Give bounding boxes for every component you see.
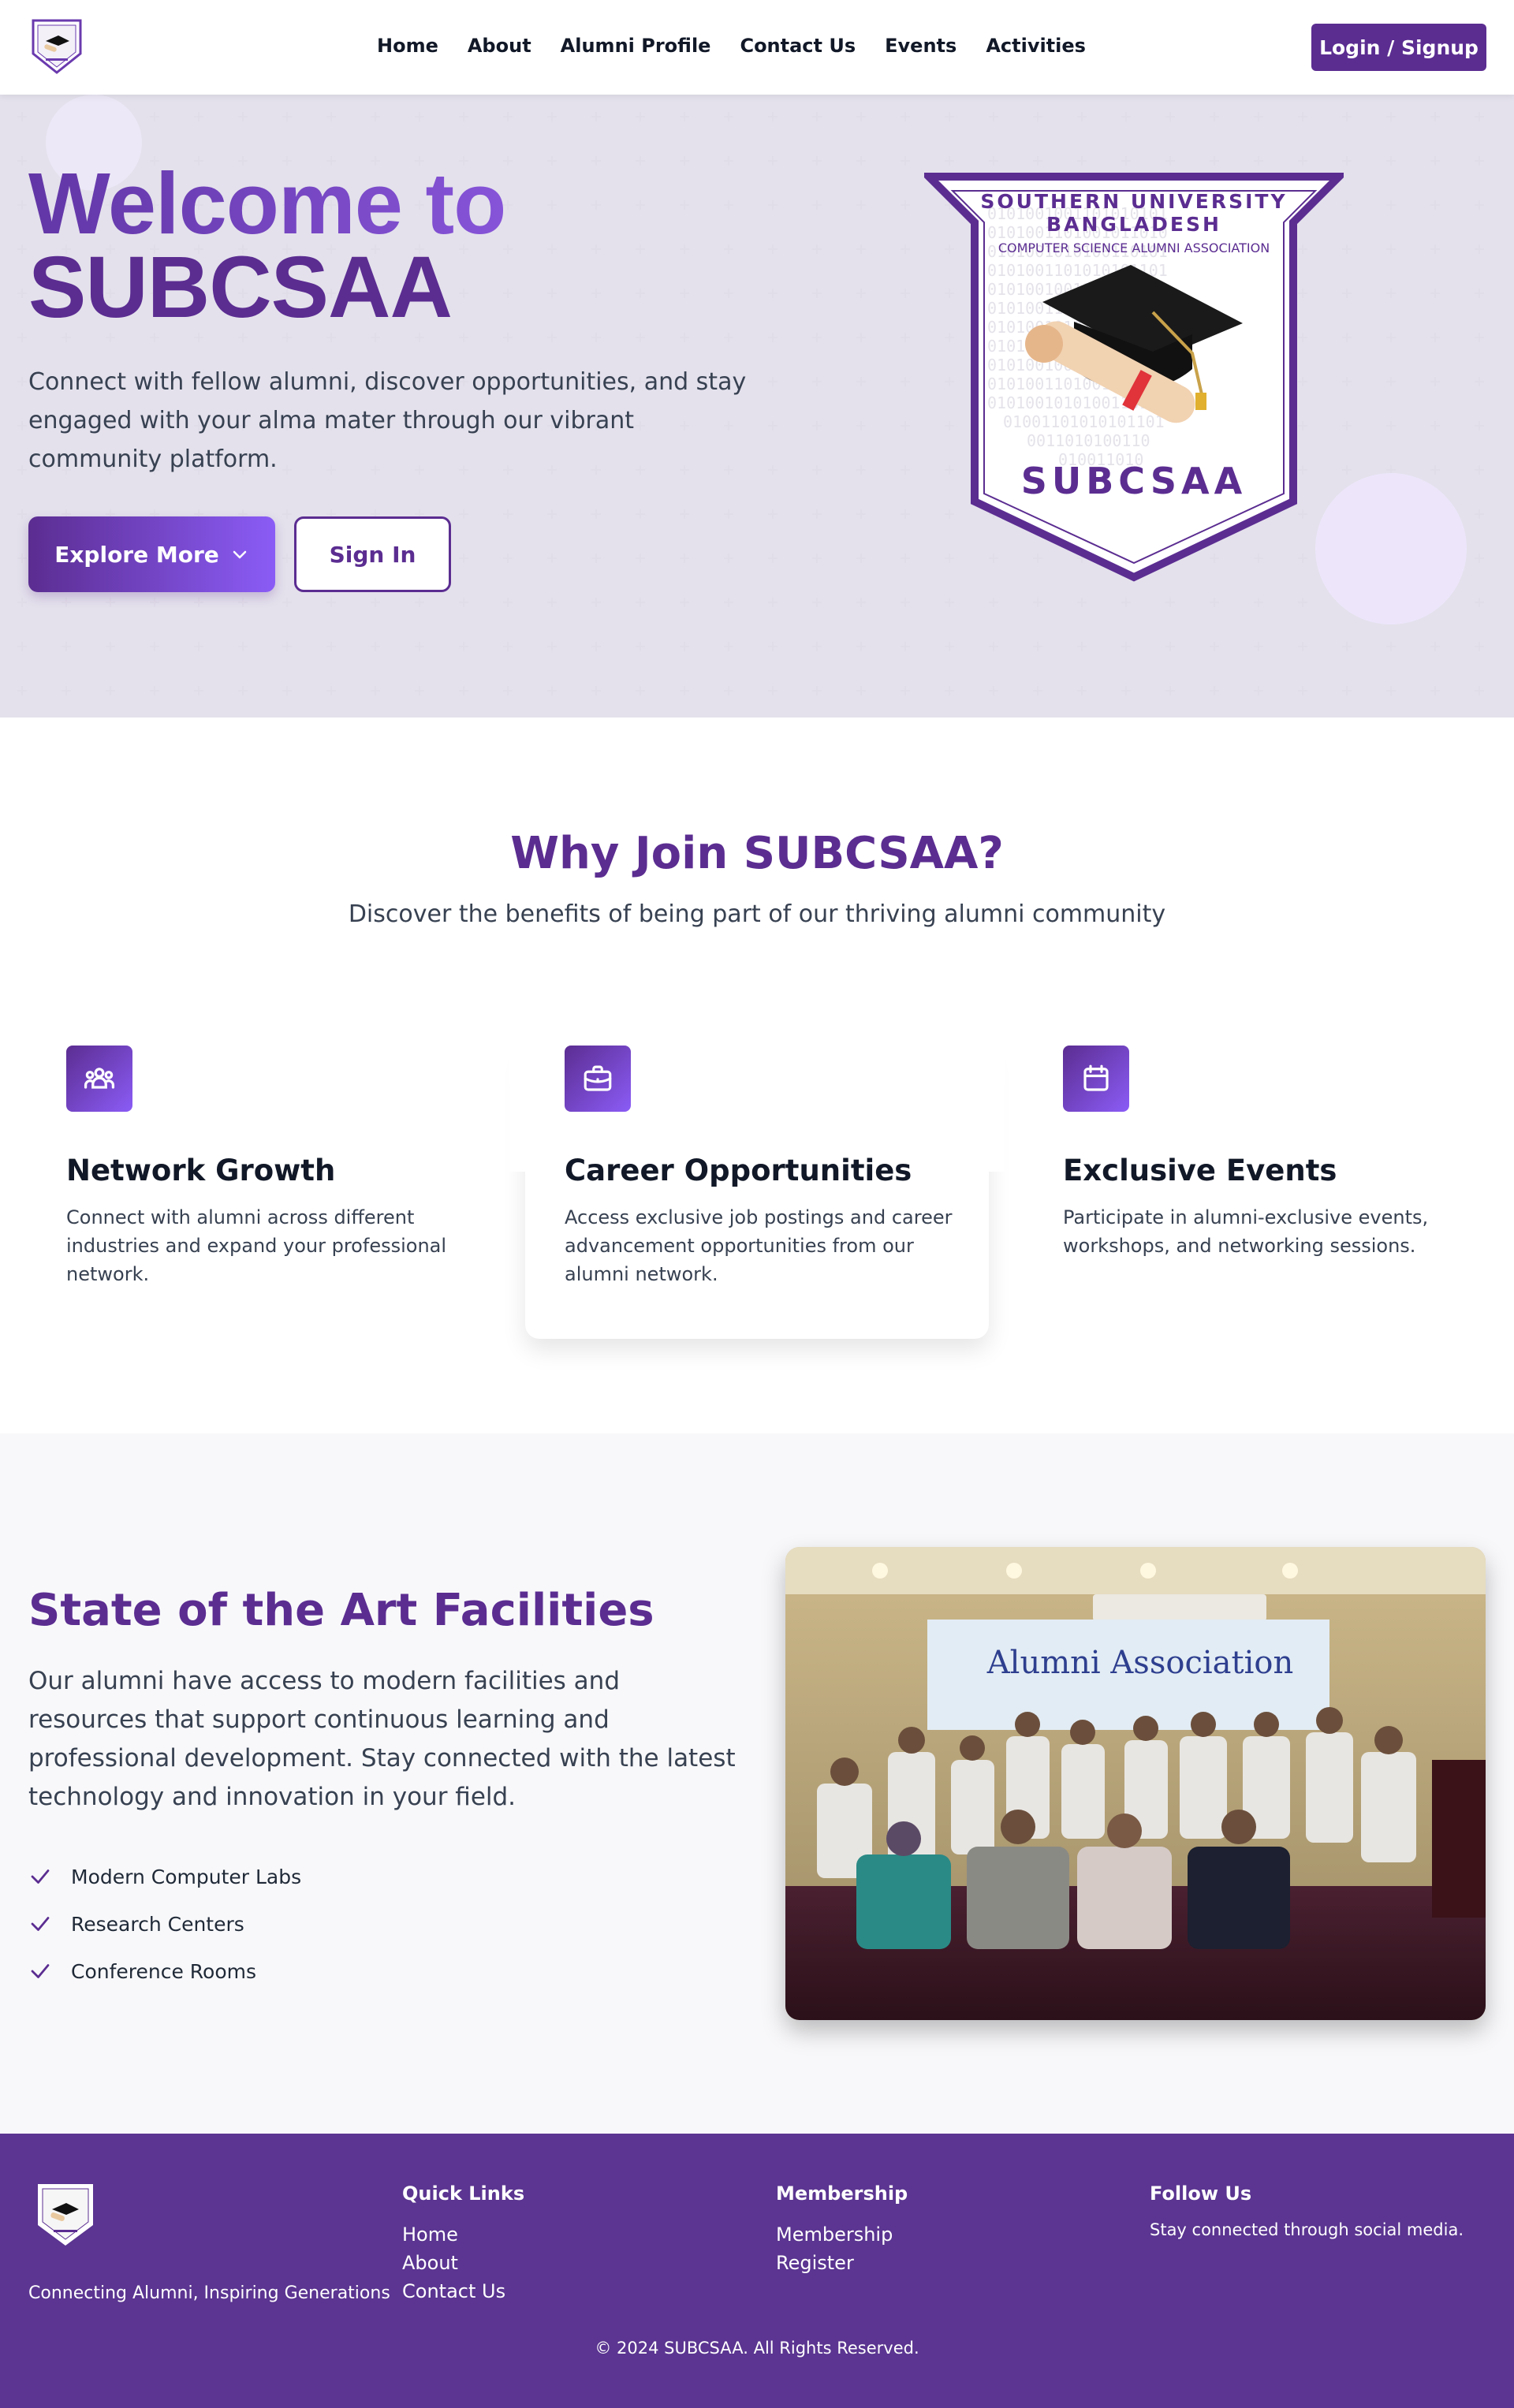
why-join-subtitle: Discover the benefits of being part of o… — [348, 900, 1166, 928]
benefit-card-network: Network Growth Connect with alumni acros… — [27, 1046, 490, 1339]
explore-more-label: Explore More — [54, 541, 219, 568]
list-item-label: Modern Computer Labs — [71, 1865, 302, 1888]
footer-link-membership[interactable]: Membership — [776, 2220, 908, 2249]
hero-title: Welcome to SUBCSAA — [28, 155, 506, 336]
crest-university-name: SOUTHERN UNIVERSITY — [980, 190, 1287, 213]
facilities-description: Our alumni have access to modern facilit… — [28, 1667, 736, 1811]
check-icon — [28, 1912, 71, 1936]
footer-heading: Quick Links — [402, 2182, 525, 2205]
footer-membership: Membership Membership Register — [776, 2182, 908, 2277]
facilities-list: Modern Computer Labs Research Centers Co… — [28, 1853, 301, 1995]
footer-heading: Follow Us — [1150, 2182, 1252, 2205]
why-join-title: Why Join SUBCSAA? — [510, 828, 1004, 879]
footer-tagline: Connecting Alumni, Inspiring Generations — [28, 2283, 390, 2303]
card-text: Participate in alumni-exclusive events, … — [1063, 1206, 1429, 1257]
svg-text:01001101010101101: 01001101010101101 — [1003, 412, 1165, 431]
photo-banner-text: Alumni Association — [986, 1645, 1293, 1681]
check-icon — [28, 1865, 71, 1888]
facilities-title: State of the Art Facilities — [28, 1585, 654, 1636]
crest-country: BANGLADESH — [1046, 213, 1221, 236]
site-footer: Connecting Alumni, Inspiring Generations… — [0, 2134, 1514, 2408]
benefit-card-events: Exclusive Events Participate in alumni-e… — [1024, 1046, 1487, 1339]
list-item-label: Conference Rooms — [71, 1959, 257, 1983]
hero-title-line1: Welcome to — [28, 155, 506, 252]
sign-in-button[interactable]: Sign In — [294, 516, 451, 592]
users-icon — [66, 1046, 132, 1112]
hero-section: Welcome to SUBCSAA Connect with fellow a… — [0, 95, 1514, 718]
list-item-label: Research Centers — [71, 1912, 244, 1936]
hero-subtitle: Connect with fellow alumni, discover opp… — [28, 368, 747, 473]
card-title: Network Growth — [66, 1154, 336, 1187]
nav-home[interactable]: Home — [377, 35, 438, 57]
nav-about[interactable]: About — [468, 35, 531, 57]
check-icon — [28, 1959, 71, 1983]
card-title: Exclusive Events — [1063, 1154, 1337, 1187]
benefit-card-career: Career Opportunities Access exclusive jo… — [509, 1022, 1005, 1339]
card-title: Career Opportunities — [565, 1154, 912, 1187]
subcsaa-crest-emblem: 0101001001101010101 0101001101001011010 … — [924, 173, 1344, 582]
subcsaa-logo[interactable] — [36, 2182, 95, 2247]
copyright-text: © 2024 SUBCSAA. All Rights Reserved. — [595, 2339, 919, 2358]
calendar-icon — [1063, 1046, 1129, 1112]
nav-alumni-profile[interactable]: Alumni Profile — [561, 35, 711, 57]
facilities-section: State of the Art Facilities Our alumni h… — [0, 1433, 1514, 2134]
briefcase-icon — [565, 1046, 631, 1112]
list-item: Conference Rooms — [28, 1948, 301, 1995]
main-nav: Home About Alumni Profile Contact Us Eve… — [377, 35, 1115, 57]
hero-title-line2: SUBCSAA — [28, 239, 453, 336]
footer-follow-text: Stay connected through social media. — [1150, 2220, 1464, 2239]
list-item: Research Centers — [28, 1900, 301, 1948]
crest-title: SUBCSAA — [1021, 460, 1247, 502]
chevron-down-icon — [233, 550, 246, 559]
footer-link-contact[interactable]: Contact Us — [402, 2277, 524, 2305]
nav-activities[interactable]: Activities — [986, 35, 1086, 57]
list-item: Modern Computer Labs — [28, 1853, 301, 1900]
alumni-group-photo: Alumni Association — [785, 1547, 1486, 2020]
explore-more-button[interactable]: Explore More — [28, 516, 275, 592]
login-signup-button[interactable]: Login / Signup — [1311, 24, 1486, 71]
card-text: Connect with alumni across different ind… — [66, 1206, 447, 1285]
nav-events[interactable]: Events — [885, 35, 957, 57]
top-navbar: Home About Alumni Profile Contact Us Eve… — [0, 0, 1514, 95]
why-join-section: Why Join SUBCSAA? Discover the benefits … — [0, 718, 1514, 1433]
footer-link-home[interactable]: Home — [402, 2220, 524, 2249]
crest-association-name: COMPUTER SCIENCE ALUMNI ASSOCIATION — [998, 240, 1270, 255]
nav-contact-us[interactable]: Contact Us — [740, 35, 856, 57]
subcsaa-logo[interactable] — [30, 17, 84, 74]
footer-quick-links: Quick Links Home About Contact Us — [402, 2182, 524, 2305]
footer-follow: Follow Us Stay connected through social … — [1150, 2182, 1464, 2239]
footer-link-about[interactable]: About — [402, 2249, 524, 2277]
svg-text:0011010100110: 0011010100110 — [1027, 431, 1150, 450]
footer-link-register[interactable]: Register — [776, 2249, 908, 2277]
card-text: Access exclusive job postings and career… — [565, 1206, 953, 1285]
footer-heading: Membership — [776, 2182, 908, 2205]
